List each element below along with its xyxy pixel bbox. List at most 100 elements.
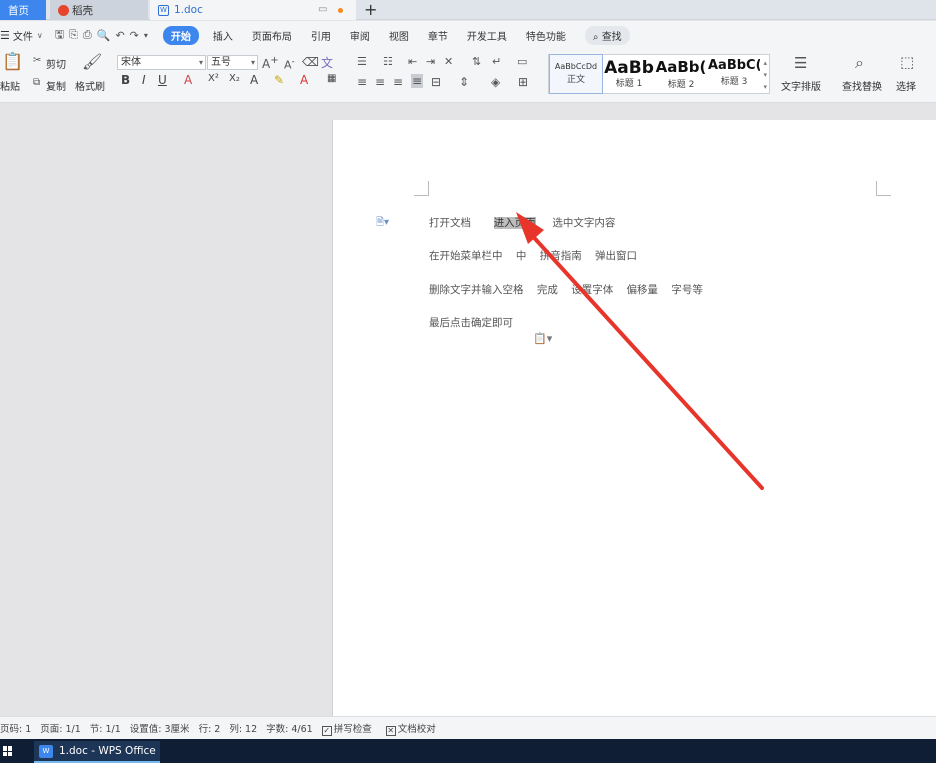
print-preview-icon[interactable]: 🔍 xyxy=(97,29,111,42)
highlight-icon[interactable]: ✎ xyxy=(274,73,284,87)
search-button[interactable]: ⌕ 查找 xyxy=(584,25,630,45)
style-heading-3[interactable]: AaBbC( 标题 3 xyxy=(708,55,760,93)
checkbox-checked-icon: ✓ xyxy=(321,725,332,736)
redo-icon[interactable]: ↷ xyxy=(130,29,139,42)
superscript-icon[interactable]: X² xyxy=(208,73,219,84)
file-menu[interactable]: ☰ 文件 ∨ xyxy=(0,28,43,43)
text-effect-icon[interactable]: A xyxy=(250,73,258,87)
menu-bar: ☰ 文件 ∨ 🖫 ⎘ ⎙ 🔍 ↶ ↷ ▾ 开始 插入 页面布局 引用 审阅 视图… xyxy=(0,21,936,49)
search-label: 查找 xyxy=(601,31,622,43)
proofread-button[interactable]: ✕ 文档校对 xyxy=(385,721,436,736)
margin-corner-top-left xyxy=(414,181,429,196)
font-size-value: 五号 xyxy=(211,57,231,68)
tab-docer[interactable]: 稻壳 xyxy=(50,0,148,20)
align-left-icon[interactable]: ≡ xyxy=(357,75,367,89)
borders-icon[interactable]: ⊞ xyxy=(518,75,528,89)
document-page[interactable] xyxy=(332,120,936,716)
char-border-icon[interactable]: ▦ xyxy=(327,73,336,84)
document-line-3[interactable]: 删除文字并输入空格 完成 设置字体 偏移量 字号等 xyxy=(429,282,703,297)
selected-text[interactable]: 进入页面 xyxy=(493,217,536,229)
paste-options-icon[interactable]: 📋▾ xyxy=(533,332,552,345)
customize-dropdown-icon[interactable]: ▾ xyxy=(144,31,148,40)
distribute-icon[interactable]: ⊟ xyxy=(431,75,441,89)
align-right-icon[interactable]: ≡ xyxy=(393,75,403,89)
grow-font-icon[interactable]: A+ xyxy=(262,55,279,71)
status-bar: 页码: 1 页面: 1/1 节: 1/1 设置值: 3厘米 行: 2 列: 12… xyxy=(0,716,936,739)
strikethrough-icon[interactable]: A xyxy=(184,73,192,87)
format-painter-button[interactable]: 格式刷 xyxy=(75,78,105,93)
windows-start-icon[interactable] xyxy=(3,746,13,756)
paragraph-layout-icon[interactable]: 🗎▾ xyxy=(376,215,389,232)
find-replace-button[interactable]: 查找替换 xyxy=(842,78,882,93)
print-icon[interactable]: ⎙ xyxy=(83,28,92,42)
tab-insert[interactable]: 插入 xyxy=(213,28,233,43)
document-line-1[interactable]: 打开文档 进入页面 选中文字内容 xyxy=(429,215,615,230)
select-button[interactable]: 选择 xyxy=(896,78,916,93)
style-heading-1[interactable]: AaBb 标题 1 xyxy=(604,55,654,93)
font-size-select[interactable]: 五号 ▾ xyxy=(207,55,258,70)
monitor-icon[interactable]: ▭ xyxy=(318,4,327,15)
taskbar-app-wps[interactable]: W 1.doc - WPS Office xyxy=(34,741,160,763)
style-preview: AaBb( xyxy=(655,58,707,76)
show-marks-icon[interactable]: ↵ xyxy=(492,55,501,68)
undo-icon[interactable]: ↶ xyxy=(115,29,124,42)
shading-icon[interactable]: ◈ xyxy=(491,75,500,89)
margin-corner-top-right xyxy=(876,181,891,196)
justify-icon[interactable]: ≡ xyxy=(411,74,424,88)
export-pdf-icon[interactable]: ⎘ xyxy=(69,28,78,42)
style-scroll-icon[interactable]: ▴ ▾ ▾ xyxy=(763,57,767,93)
spell-check-toggle[interactable]: ✓ 拼写检查 xyxy=(321,721,372,736)
copy-button[interactable]: 复制 xyxy=(46,78,66,93)
font-color-icon[interactable]: A xyxy=(300,73,308,87)
tab-document-label: 1.doc xyxy=(174,4,203,16)
sort-icon[interactable]: ⇅ xyxy=(472,55,481,68)
status-pages[interactable]: 页面: 1/1 xyxy=(40,721,81,735)
find-replace-icon: ⌕ xyxy=(855,53,864,72)
text-layout-button[interactable]: 文字排版 xyxy=(781,78,821,93)
style-normal[interactable]: AaBbCcDd 正文 xyxy=(549,54,603,94)
numbered-list-icon[interactable]: ☷ xyxy=(383,55,393,68)
align-center-icon[interactable]: ≡ xyxy=(375,75,385,89)
search-icon: ⌕ xyxy=(592,31,599,43)
status-page-code[interactable]: 页码: 1 xyxy=(0,721,31,735)
tab-features[interactable]: 特色功能 xyxy=(526,28,566,43)
status-section[interactable]: 节: 1/1 xyxy=(90,721,121,735)
style-gallery: AaBbCcDd 正文 AaBb 标题 1 AaBb( 标题 2 AaBbC( … xyxy=(548,54,770,94)
line-spacing-icon[interactable]: ⇕ xyxy=(459,75,469,89)
italic-icon[interactable]: I xyxy=(142,73,146,87)
tab-page-layout[interactable]: 页面布局 xyxy=(252,28,292,43)
table-border-icon[interactable]: ▭ xyxy=(517,55,527,68)
bullet-list-icon[interactable]: ☰ xyxy=(357,55,367,68)
tab-review[interactable]: 审阅 xyxy=(350,28,370,43)
save-icon[interactable]: 🖫 xyxy=(55,26,64,45)
decrease-indent-icon[interactable]: ⇤ xyxy=(408,55,417,68)
document-line-2[interactable]: 在开始菜单栏中 中 拼音指南 弹出窗口 xyxy=(429,248,637,263)
font-name-select[interactable]: 宋体 ▾ xyxy=(117,55,206,70)
style-name: 正文 xyxy=(566,75,585,85)
status-word-count[interactable]: 字数: 4/61 xyxy=(266,721,313,735)
tab-document[interactable]: W 1.doc ▭ xyxy=(150,0,356,20)
underline-icon[interactable]: U xyxy=(158,73,167,87)
new-tab-button[interactable]: + xyxy=(364,1,377,19)
tab-home[interactable]: 首页 xyxy=(0,0,46,20)
tab-chapter[interactable]: 章节 xyxy=(428,28,448,43)
document-line-4[interactable]: 最后点击确定即可 xyxy=(429,315,513,330)
style-heading-2[interactable]: AaBb( 标题 2 xyxy=(655,55,707,93)
increase-indent-icon[interactable]: ⇥ xyxy=(426,55,435,68)
paste-icon[interactable]: 📋 xyxy=(2,52,23,72)
taskbar: W 1.doc - WPS Office xyxy=(0,739,936,763)
tab-references[interactable]: 引用 xyxy=(311,28,331,43)
cut-button[interactable]: 剪切 xyxy=(46,56,66,71)
tab-view[interactable]: 视图 xyxy=(389,28,409,43)
subscript-icon[interactable]: X₂ xyxy=(229,73,240,84)
phonetic-guide-icon[interactable]: 文 xyxy=(321,54,333,71)
tab-start[interactable]: 开始 xyxy=(162,25,199,45)
tab-developer[interactable]: 开发工具 xyxy=(467,28,507,43)
paste-button[interactable]: 粘贴 xyxy=(0,78,20,93)
chinese-layout-icon[interactable]: ✕ xyxy=(444,55,453,68)
clear-format-icon[interactable]: ⌫ xyxy=(302,55,319,69)
chevron-down-icon: ▾ xyxy=(250,58,255,67)
shrink-font-icon[interactable]: A- xyxy=(284,56,295,72)
bold-icon[interactable]: B xyxy=(121,73,130,87)
status-setting[interactable]: 设置值: 3厘米 xyxy=(130,721,190,735)
